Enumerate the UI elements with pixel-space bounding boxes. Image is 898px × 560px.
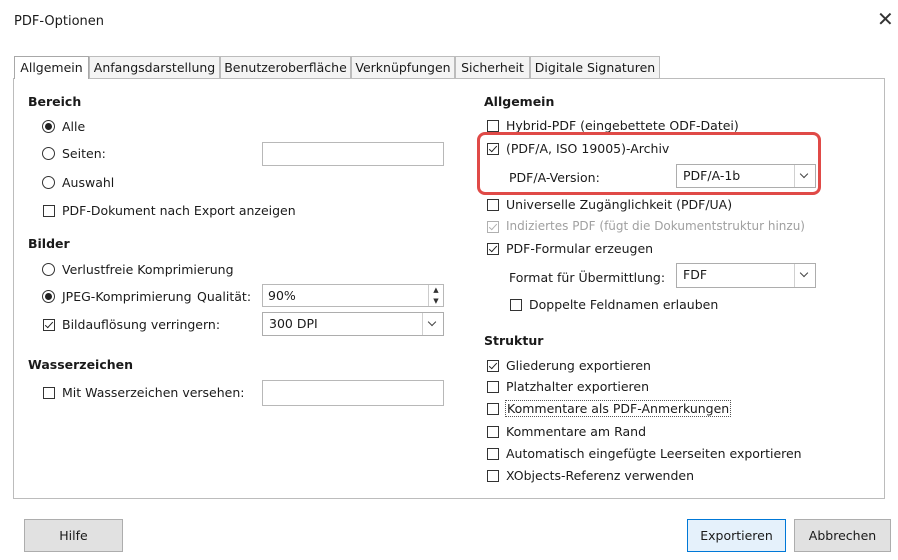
reduce-resolution-label: Bildauflösung verringern: xyxy=(62,317,221,332)
duplicate-fields-checkbox[interactable] xyxy=(510,299,522,311)
hybrid-pdf-label: Hybrid-PDF (eingebettete ODF-Datei) xyxy=(506,118,739,133)
radio-all-label: Alle xyxy=(62,119,86,134)
show-pdf-checkbox[interactable] xyxy=(43,205,55,217)
format-label: Format für Übermittlung: xyxy=(509,270,666,285)
chevron-down-icon[interactable] xyxy=(422,313,443,335)
blank-pages-label: Automatisch eingefügte Leerseiten export… xyxy=(506,446,802,461)
radio-pages-label: Seiten: xyxy=(62,146,106,161)
pdf-form-checkbox[interactable] xyxy=(487,243,499,255)
blank-pages-checkbox[interactable] xyxy=(487,448,499,460)
tab-benutzeroberflaeche[interactable]: Benutzeroberfläche xyxy=(220,56,351,78)
pdfa-label: (PDF/A, ISO 19005)-Archiv xyxy=(506,141,670,156)
section-wasserzeichen-heading: Wasserzeichen xyxy=(28,357,134,372)
radio-all[interactable] xyxy=(42,120,55,133)
tab-sicherheit[interactable]: Sicherheit xyxy=(455,56,530,78)
dialog-title: PDF-Optionen xyxy=(14,14,105,29)
chevron-down-icon[interactable] xyxy=(794,264,815,287)
duplicate-fields-label: Doppelte Feldnamen erlauben xyxy=(529,297,719,312)
watermark-input[interactable] xyxy=(262,380,444,406)
radio-selection-label: Auswahl xyxy=(62,175,115,190)
tab-allgemein[interactable]: Allgemein xyxy=(14,56,89,79)
pdfa-version-label: PDF/A-Version: xyxy=(509,170,600,185)
outline-checkbox[interactable] xyxy=(487,360,499,372)
tagged-pdf-label: Indiziertes PDF (fügt die Dokumentstrukt… xyxy=(506,219,805,233)
help-button[interactable]: Hilfe xyxy=(24,519,123,552)
chevron-down-icon[interactable] xyxy=(794,165,815,187)
quality-value: 90% xyxy=(268,288,296,303)
pdfa-version-value: PDF/A-1b xyxy=(683,168,741,183)
xobjects-checkbox[interactable] xyxy=(487,470,499,482)
format-value: FDF xyxy=(683,267,708,282)
quality-spinner[interactable]: ▲ ▼ xyxy=(428,285,443,306)
reduce-resolution-checkbox[interactable] xyxy=(43,319,55,331)
export-button[interactable]: Exportieren xyxy=(687,519,786,552)
close-icon[interactable]: ✕ xyxy=(877,9,894,29)
section-bereich-heading: Bereich xyxy=(28,94,82,109)
outline-label: Gliederung exportieren xyxy=(506,358,651,373)
comments-margin-checkbox[interactable] xyxy=(487,426,499,438)
pdfua-label: Universelle Zugänglichkeit (PDF/UA) xyxy=(506,197,733,212)
radio-lossless-label: Verlustfreie Komprimierung xyxy=(62,262,234,277)
comments-margin-label: Kommentare am Rand xyxy=(506,424,647,439)
dpi-select[interactable]: 300 DPI xyxy=(262,312,444,336)
radio-jpeg-label: JPEG-Komprimierung xyxy=(62,289,192,304)
pdfua-checkbox[interactable] xyxy=(487,199,499,211)
placeholders-checkbox[interactable] xyxy=(487,381,499,393)
tab-verknuepfungen[interactable]: Verknüpfungen xyxy=(351,56,455,78)
watermark-label: Mit Wasserzeichen versehen: xyxy=(62,385,245,400)
dpi-value: 300 DPI xyxy=(269,316,318,331)
section-struktur-heading: Struktur xyxy=(484,333,544,348)
radio-lossless[interactable] xyxy=(42,263,55,276)
tab-digitale-signaturen[interactable]: Digitale Signaturen xyxy=(530,56,660,78)
hybrid-pdf-checkbox[interactable] xyxy=(487,120,499,132)
pdf-form-label: PDF-Formular erzeugen xyxy=(506,241,654,256)
pdfa-version-select[interactable]: PDF/A-1b xyxy=(676,164,816,188)
pages-input[interactable] xyxy=(262,142,444,166)
radio-selection[interactable] xyxy=(42,176,55,189)
format-select[interactable]: FDF xyxy=(676,263,816,288)
pdfa-checkbox[interactable] xyxy=(487,143,499,155)
cancel-button[interactable]: Abbrechen xyxy=(794,519,891,552)
placeholders-label: Platzhalter exportieren xyxy=(506,379,650,394)
tab-anfangsdarstellung[interactable]: Anfangsdarstellung xyxy=(89,56,220,78)
comments-pdf-checkbox[interactable] xyxy=(487,403,499,415)
show-pdf-label: PDF-Dokument nach Export anzeigen xyxy=(62,203,296,218)
xobjects-label: XObjects-Referenz verwenden xyxy=(506,468,695,483)
comments-pdf-label: Kommentare als PDF-Anmerkungen xyxy=(505,400,732,417)
tagged-pdf-checkbox xyxy=(487,221,499,233)
section-allgemein-heading: Allgemein xyxy=(484,94,555,109)
section-bilder-heading: Bilder xyxy=(28,236,70,251)
quality-label: Qualität: xyxy=(197,289,252,304)
watermark-checkbox[interactable] xyxy=(43,387,55,399)
spin-down-icon[interactable]: ▼ xyxy=(429,296,443,307)
radio-pages[interactable] xyxy=(42,147,55,160)
spin-up-icon[interactable]: ▲ xyxy=(429,285,443,296)
radio-jpeg[interactable] xyxy=(42,290,55,303)
quality-spinbox[interactable]: 90% ▲ ▼ xyxy=(262,284,444,307)
